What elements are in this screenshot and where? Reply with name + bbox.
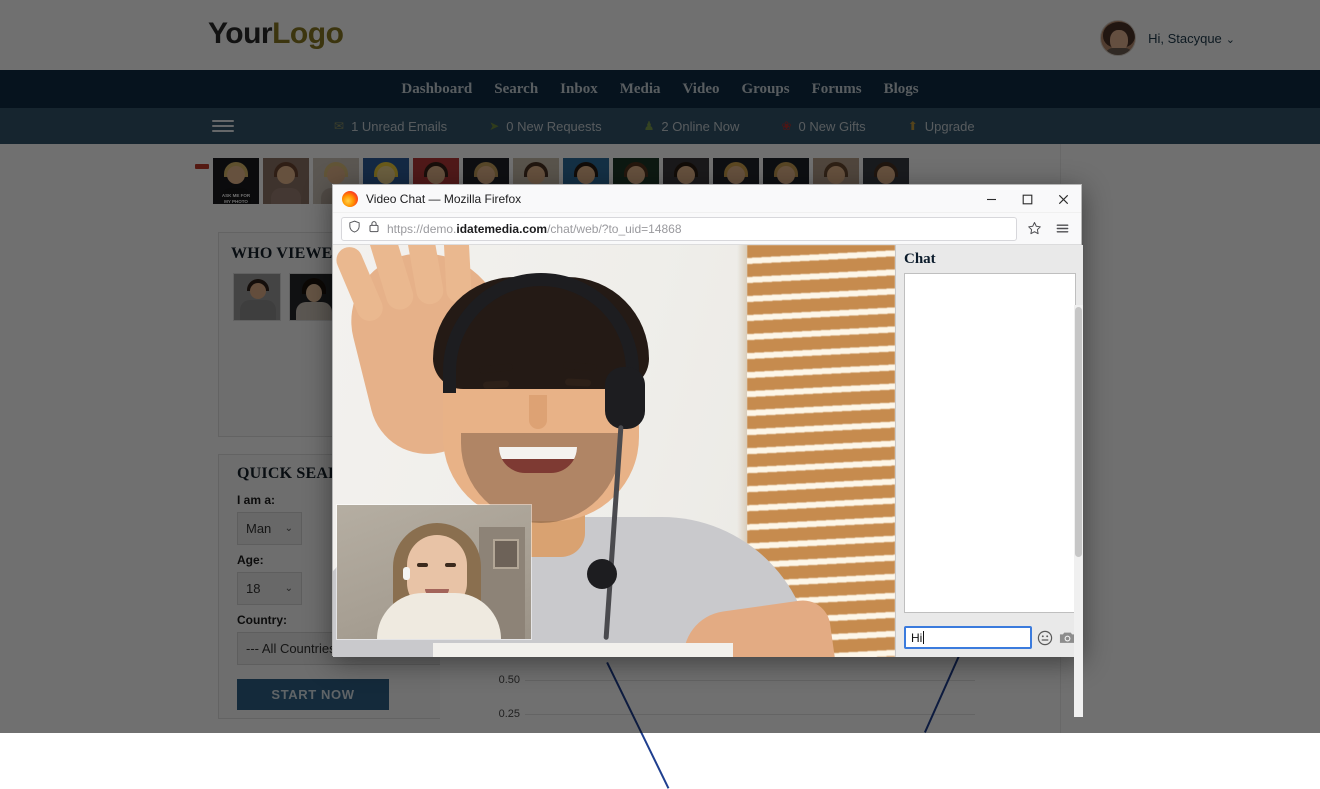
chat-message-input[interactable]: Hi: [904, 626, 1032, 649]
firefox-window: Video Chat — Mozilla Firefox https://dem…: [332, 184, 1082, 656]
headset-earcup: [605, 367, 645, 429]
firefox-logo-icon: [342, 191, 358, 207]
emoji-picker-button[interactable]: [1036, 629, 1054, 647]
url-prefix: https://demo.: [387, 222, 456, 236]
chat-input-value: Hi: [911, 631, 922, 645]
url-suffix: /chat/web/?to_uid=14868: [547, 222, 681, 236]
bookmark-button[interactable]: [1021, 217, 1047, 241]
address-bar[interactable]: https://demo.idatemedia.com/chat/web/?to…: [341, 217, 1017, 241]
chat-panel: Chat Hi: [895, 245, 1083, 657]
remote-video-stream[interactable]: [333, 245, 895, 657]
chat-message-log[interactable]: [904, 273, 1076, 613]
page-content: Chat Hi: [333, 245, 1083, 657]
maximize-button[interactable]: [1009, 185, 1045, 213]
earbud-icon: [403, 567, 410, 580]
chat-input-row: Hi: [904, 626, 1076, 649]
text-caret: [923, 631, 924, 644]
lock-icon[interactable]: [368, 220, 380, 238]
firefox-titlebar[interactable]: Video Chat — Mozilla Firefox: [333, 185, 1081, 213]
url-domain: idatemedia.com: [456, 222, 547, 236]
firefox-navigation-toolbar: https://demo.idatemedia.com/chat/web/?to…: [333, 213, 1081, 245]
close-button[interactable]: [1045, 185, 1081, 213]
headset-mic: [587, 559, 617, 589]
minimize-button[interactable]: [973, 185, 1009, 213]
url-text: https://demo.idatemedia.com/chat/web/?to…: [387, 222, 682, 236]
hamburger-menu-icon[interactable]: [1049, 217, 1075, 241]
window-title: Video Chat — Mozilla Firefox: [366, 192, 521, 206]
page-scrollbar[interactable]: [1074, 305, 1083, 717]
chat-header: Chat: [896, 245, 1083, 272]
local-video-preview[interactable]: [337, 505, 531, 639]
shield-icon[interactable]: [348, 220, 361, 238]
